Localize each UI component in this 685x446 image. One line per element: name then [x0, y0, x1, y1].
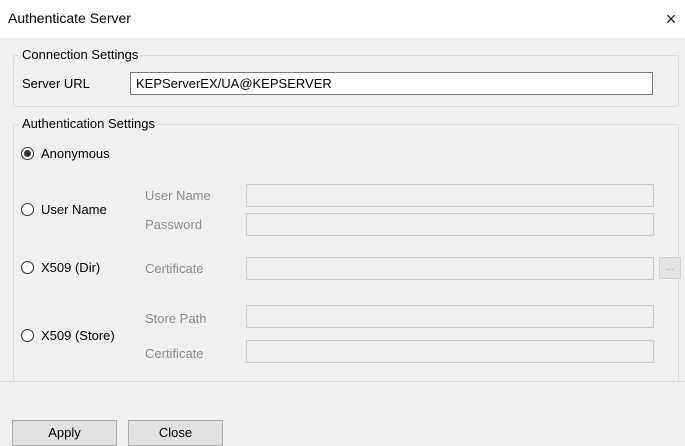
certificate-store-input[interactable]	[246, 340, 654, 363]
x509-store-label: X509 (Store)	[41, 328, 115, 343]
user-name-field-label: User Name	[145, 188, 211, 203]
password-input[interactable]	[246, 213, 654, 236]
radio-unselected-icon	[21, 203, 34, 216]
connection-settings-legend: Connection Settings	[19, 47, 142, 62]
username-option-label: User Name	[41, 202, 107, 217]
x509-store-radio[interactable]: X509 (Store)	[21, 327, 136, 345]
certificate-store-label: Certificate	[145, 346, 204, 361]
radio-selected-icon	[21, 147, 34, 160]
server-url-label: Server URL	[22, 76, 90, 91]
x509-dir-label: X509 (Dir)	[41, 260, 101, 275]
user-name-input[interactable]	[246, 184, 654, 207]
server-url-field[interactable]: KEPServerEX/UA@KEPSERVER	[130, 72, 653, 95]
password-field-label: Password	[145, 217, 203, 232]
authentication-settings-legend: Authentication Settings	[19, 116, 158, 131]
browse-certificate-button[interactable]: ...	[659, 257, 681, 279]
username-radio[interactable]: User Name	[21, 201, 131, 219]
window-title: Authenticate Server	[8, 10, 131, 26]
anonymous-label: Anonymous	[41, 146, 110, 161]
anonymous-radio[interactable]: Anonymous	[21, 145, 131, 163]
radio-unselected-icon	[21, 261, 34, 274]
close-icon[interactable]: ×	[657, 0, 685, 38]
store-path-label: Store Path	[145, 311, 207, 326]
button-area-divider	[0, 381, 685, 382]
radio-unselected-icon	[21, 329, 34, 342]
certificate-dir-label: Certificate	[145, 261, 204, 276]
store-path-input[interactable]	[246, 305, 654, 328]
x509-dir-radio[interactable]: X509 (Dir)	[21, 259, 131, 277]
title-bar: Authenticate Server ×	[0, 0, 685, 38]
apply-button[interactable]: Apply	[12, 420, 117, 446]
close-button[interactable]: Close	[128, 420, 223, 446]
certificate-dir-input[interactable]	[246, 257, 654, 280]
